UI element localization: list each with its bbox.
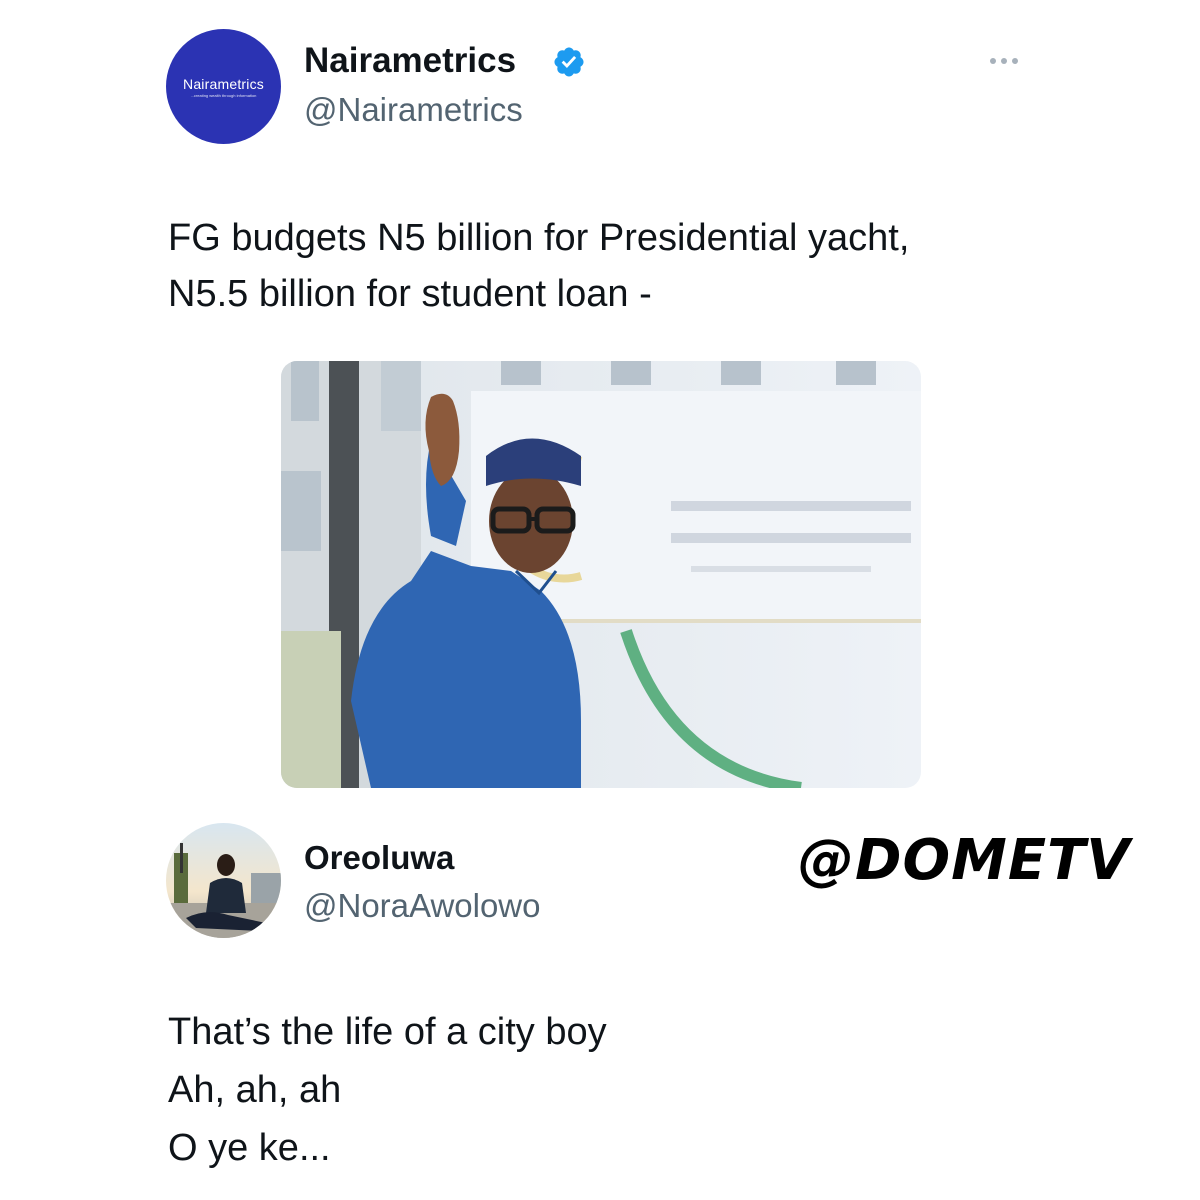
tweet-text-line-2: N5.5 billion for student loan - [168, 273, 652, 315]
reply-text-line-3: O ye ke... [168, 1127, 331, 1169]
reply-text-line-2: Ah, ah, ah [168, 1069, 342, 1111]
reply-display-name[interactable]: Oreoluwa [304, 838, 454, 878]
avatar-photo [166, 823, 281, 938]
tweet-text-line-1: FG budgets N5 billion for Presidential y… [168, 217, 910, 259]
reply-handle[interactable]: @NoraAwolowo [304, 886, 541, 926]
tweet-photo[interactable] [281, 361, 921, 788]
more-dot [1001, 58, 1007, 64]
reply-text-line-1: That’s the life of a city boy [168, 1011, 607, 1053]
more-dot [1012, 58, 1018, 64]
more-options-icon[interactable] [990, 58, 1018, 64]
photo-scene [281, 361, 921, 788]
oreoluwa-avatar[interactable] [166, 823, 281, 938]
tweet-display-name[interactable]: Nairametrics [304, 41, 516, 81]
dometv-watermark: @DOMETV [798, 828, 1131, 893]
verified-badge-icon [554, 47, 584, 77]
tweet-handle[interactable]: @Nairametrics [304, 90, 523, 130]
avatar-brand-text: Nairametrics [183, 75, 264, 92]
more-dot [990, 58, 996, 64]
nairametrics-avatar[interactable]: Nairametrics ...creating wealth through … [166, 29, 281, 144]
avatar-tagline-text: ...creating wealth through information [190, 92, 257, 98]
